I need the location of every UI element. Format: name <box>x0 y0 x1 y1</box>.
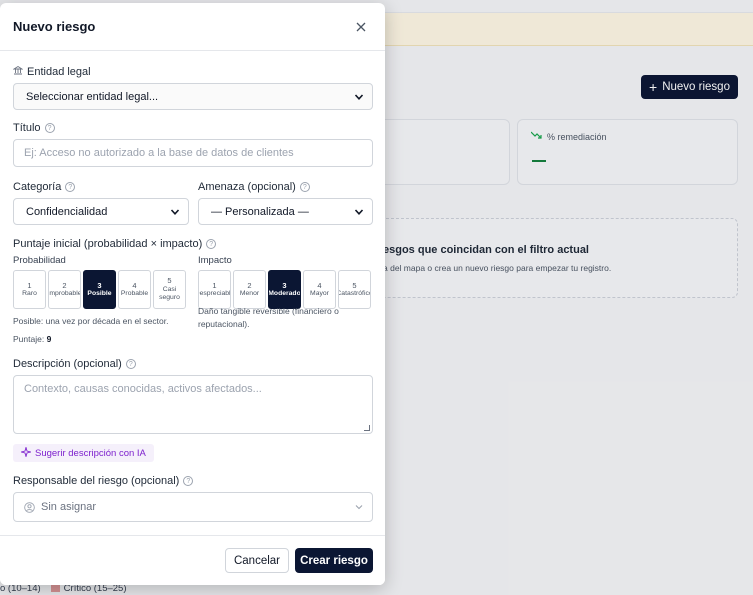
sparkles-icon <box>19 445 33 460</box>
dialog-title: Nuevo riesgo <box>13 19 96 34</box>
building-icon <box>12 65 24 78</box>
category-select[interactable]: Confidencialidad <box>13 198 189 225</box>
impact-scale: 1Despreciable 2Menor 3Moderado 4Mayor 5C… <box>198 270 371 309</box>
dialog-footer: Cancelar Crear riesgo <box>0 535 385 585</box>
probability-hint: Posible: una vez por década en el sector… <box>13 316 169 326</box>
probability-option-1[interactable]: 1 Raro <box>13 270 46 309</box>
help-icon[interactable]: ? <box>206 239 217 249</box>
impact-option-1[interactable]: 1Despreciable <box>198 270 231 309</box>
title-input-placeholder: Ej: Acceso no autorizado a la base de da… <box>24 147 294 159</box>
probability-option-5[interactable]: 5 Casi seguro <box>153 270 186 309</box>
title-label: Título <box>13 122 41 134</box>
threat-label-row: Amenaza (opcional) ? <box>198 181 310 193</box>
cancel-button[interactable]: Cancelar <box>225 548 289 573</box>
suggest-description-label: Sugerir descripción con IA <box>35 447 146 459</box>
probability-option-3[interactable]: 3 Posible <box>83 270 116 309</box>
close-icon[interactable] <box>353 19 369 35</box>
score-label-row: Puntaje inicial (probabilidad × impacto)… <box>13 238 217 250</box>
owner-select[interactable]: Sin asignar <box>13 492 373 522</box>
create-risk-button[interactable]: Crear riesgo <box>295 548 373 573</box>
help-icon[interactable]: ? <box>299 182 310 192</box>
score-result-label: Puntaje: <box>13 334 45 344</box>
description-placeholder: Contexto, causas conocidas, activos afec… <box>24 383 262 395</box>
title-input[interactable]: Ej: Acceso no autorizado a la base de da… <box>13 139 373 167</box>
chevron-down-icon <box>354 208 364 215</box>
chevron-down-icon <box>354 93 364 100</box>
legal-entity-value: Seleccionar entidad legal... <box>26 90 159 103</box>
owner-label-row: Responsable del riesgo (opcional) ? <box>13 475 194 487</box>
score-result: Puntaje: 9 <box>13 334 51 344</box>
help-icon[interactable]: ? <box>65 182 76 192</box>
category-label-row: Categoría ? <box>13 181 76 193</box>
probability-option-4[interactable]: 4 Probable <box>118 270 151 309</box>
description-label-row: Descripción (opcional) ? <box>13 358 136 370</box>
suggest-description-ai-button[interactable]: Sugerir descripción con IA <box>13 444 154 462</box>
legal-entity-label-row: Entidad legal <box>12 65 91 78</box>
help-icon[interactable]: ? <box>44 123 55 133</box>
impact-hint: Daño tangible reversible (financiero o r… <box>198 306 339 329</box>
impact-option-4[interactable]: 4 Mayor <box>303 270 336 309</box>
probability-label: Probabilidad <box>13 255 66 266</box>
impact-option-5[interactable]: 5 Catastrófico <box>338 270 371 309</box>
score-result-value: 9 <box>46 334 52 344</box>
legal-entity-label: Entidad legal <box>27 65 91 78</box>
threat-value: — Personalizada — <box>211 205 309 218</box>
help-icon[interactable]: ? <box>125 359 136 369</box>
description-textarea[interactable]: Contexto, causas conocidas, activos afec… <box>13 375 373 434</box>
score-label: Puntaje inicial (probabilidad × impacto) <box>13 238 203 250</box>
legal-entity-select[interactable]: Seleccionar entidad legal... <box>13 83 373 110</box>
category-label: Categoría <box>13 181 62 193</box>
probability-scale: 1 Raro 2 Improbable 3 Posible 4 Probable 5 Ca… <box>13 270 186 309</box>
threat-select[interactable]: — Personalizada — <box>198 198 373 225</box>
impact-label: Impacto <box>198 255 232 266</box>
dialog-header: Nuevo riesgo <box>0 3 385 51</box>
chevron-down-icon <box>170 208 180 215</box>
owner-value: Sin asignar <box>41 501 97 513</box>
resize-handle-icon[interactable] <box>364 425 370 431</box>
impact-option-3[interactable]: 3 Moderado <box>268 270 301 309</box>
new-risk-dialog: Nuevo riesgo Entidad legal Seleccionar e… <box>0 3 385 585</box>
category-value: Confidencialidad <box>26 205 108 218</box>
impact-option-2[interactable]: 2 Menor <box>233 270 266 309</box>
description-label: Descripción (opcional) <box>13 358 122 370</box>
title-label-row: Título ? <box>13 122 55 134</box>
chevron-down-icon <box>355 505 363 510</box>
probability-option-2[interactable]: 2 Improbable <box>48 270 81 309</box>
threat-label: Amenaza (opcional) <box>198 181 296 193</box>
help-icon[interactable]: ? <box>183 476 194 486</box>
user-icon <box>24 501 35 513</box>
owner-label: Responsable del riesgo (opcional) <box>13 475 180 487</box>
